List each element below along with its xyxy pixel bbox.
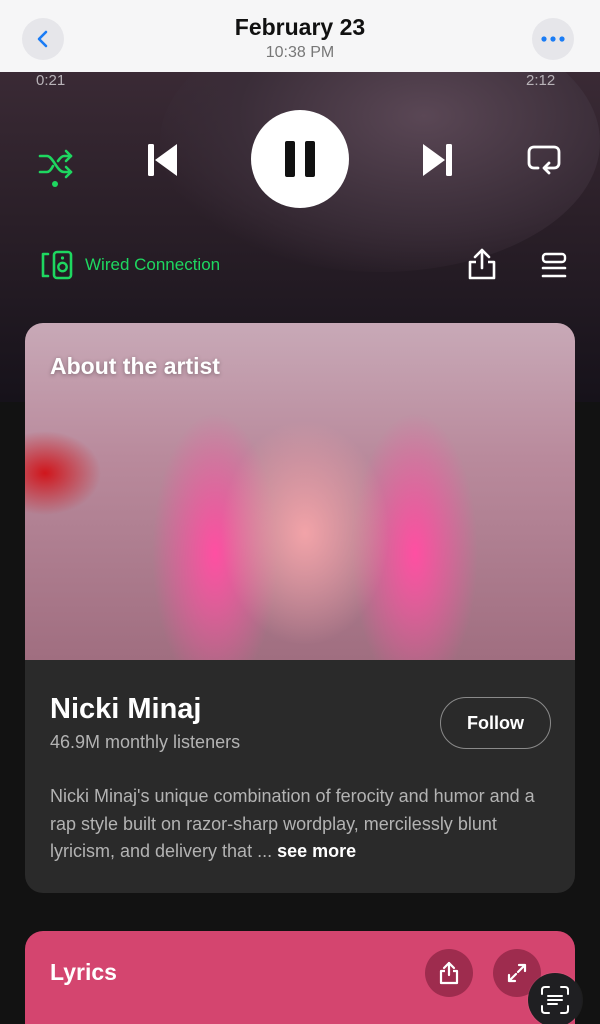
scan-text-icon [541, 986, 569, 1014]
share-button[interactable] [462, 244, 502, 284]
shuffle-active-indicator [52, 181, 58, 187]
skip-forward-icon [423, 144, 452, 176]
speaker-device-icon [41, 250, 73, 280]
lyrics-heading: Lyrics [50, 959, 117, 985]
pause-icon [285, 141, 315, 177]
header-time: 10:38 PM [265, 44, 335, 61]
share-icon [468, 248, 496, 280]
see-more-link[interactable]: see more [277, 841, 356, 861]
live-text-button[interactable] [528, 973, 582, 1024]
lyrics-share-button[interactable] [425, 949, 473, 997]
next-track-button[interactable] [416, 138, 460, 182]
top-header: February 23 10:38 PM [0, 0, 600, 72]
elapsed-time: 0:21 [36, 72, 66, 89]
queue-button[interactable] [534, 246, 574, 286]
about-artist-heading: About the artist [50, 353, 220, 379]
track-duration: 2:12 [526, 72, 556, 89]
share-icon [439, 961, 459, 985]
device-label[interactable]: Wired Connection [85, 255, 220, 275]
lyrics-card[interactable]: Lyrics [25, 931, 575, 1024]
artist-name: Nicki Minaj [50, 693, 202, 725]
header-date: February 23 [234, 14, 366, 40]
queue-icon [541, 252, 567, 278]
about-artist-card[interactable]: About the artist Nicki Minaj 46.9M month… [25, 323, 575, 893]
more-button[interactable] [532, 18, 574, 60]
skip-back-icon [148, 144, 177, 176]
artist-bio: Nicki Minaj's unique combination of fero… [50, 783, 555, 866]
shuffle-button[interactable] [34, 142, 78, 186]
repeat-icon [527, 145, 561, 175]
connect-device-button[interactable] [40, 250, 74, 280]
ellipsis-icon [541, 36, 565, 42]
monthly-listeners: 46.9M monthly listeners [50, 732, 241, 752]
expand-icon [507, 963, 527, 983]
repeat-button[interactable] [522, 138, 566, 182]
pause-button[interactable] [251, 110, 349, 208]
previous-track-button[interactable] [140, 138, 184, 182]
shuffle-icon [38, 149, 73, 179]
follow-button[interactable]: Follow [440, 697, 551, 749]
